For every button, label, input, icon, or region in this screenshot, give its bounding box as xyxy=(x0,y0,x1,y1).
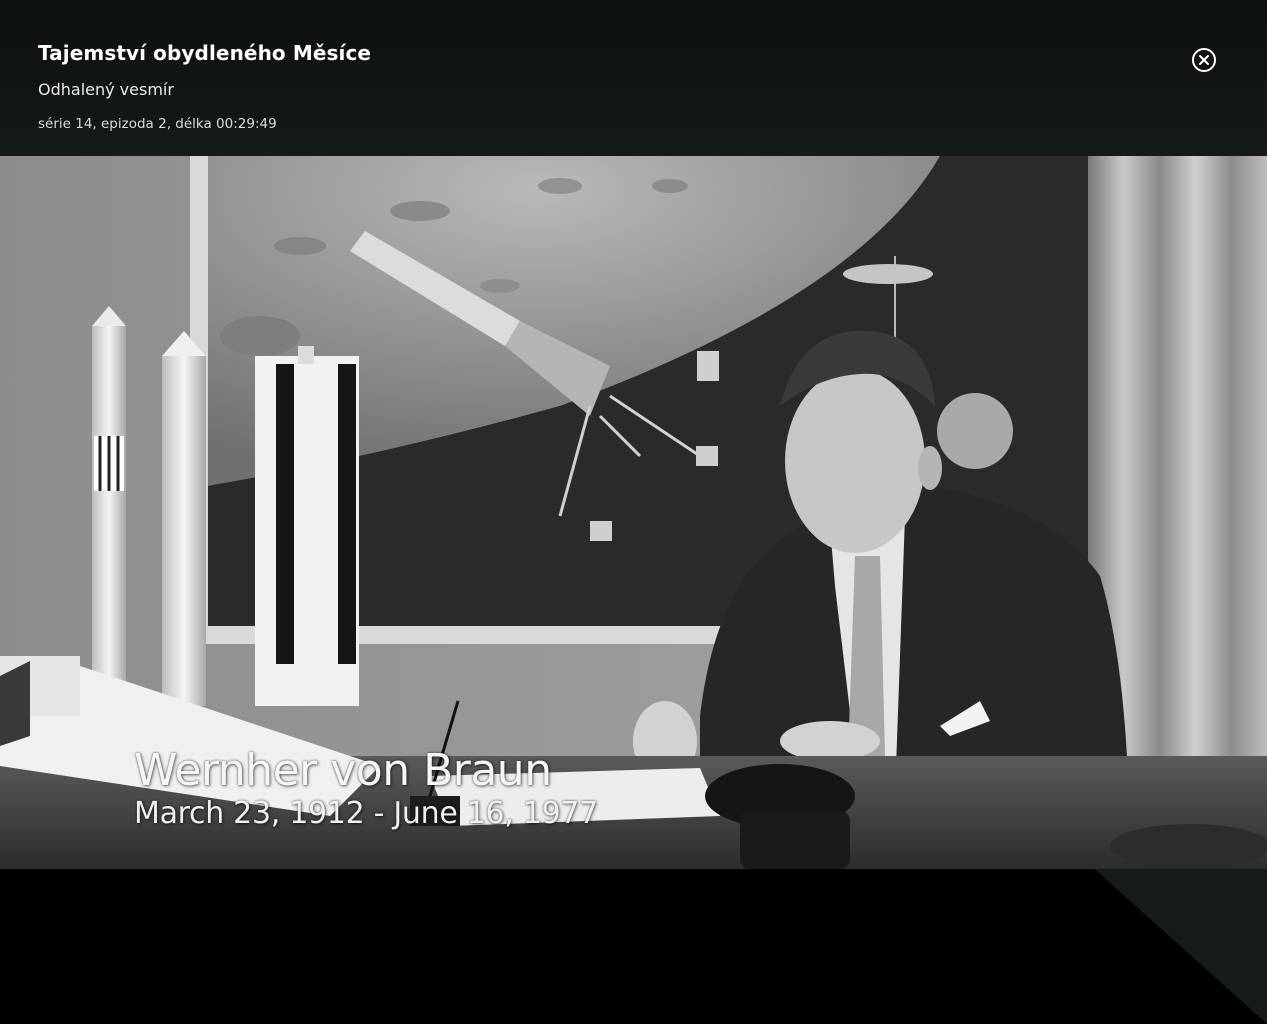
caption-name: Wernher von Braun xyxy=(134,745,552,796)
video-player[interactable]: Wernher von Braun March 23, 1912 - June … xyxy=(0,156,1267,1024)
episode-meta: série 14, epizoda 2, délka 00:29:49 xyxy=(38,116,277,132)
episode-title: Tajemství obydleného Měsíce xyxy=(38,41,372,65)
close-circle-icon xyxy=(1192,48,1216,72)
episode-header: Tajemství obydleného Měsíce Odhalený ves… xyxy=(0,0,1267,156)
caption-dates: March 23, 1912 - June 16, 1977 xyxy=(134,796,598,831)
series-name: Odhalený vesmír xyxy=(38,80,174,99)
close-button[interactable] xyxy=(1191,47,1217,73)
